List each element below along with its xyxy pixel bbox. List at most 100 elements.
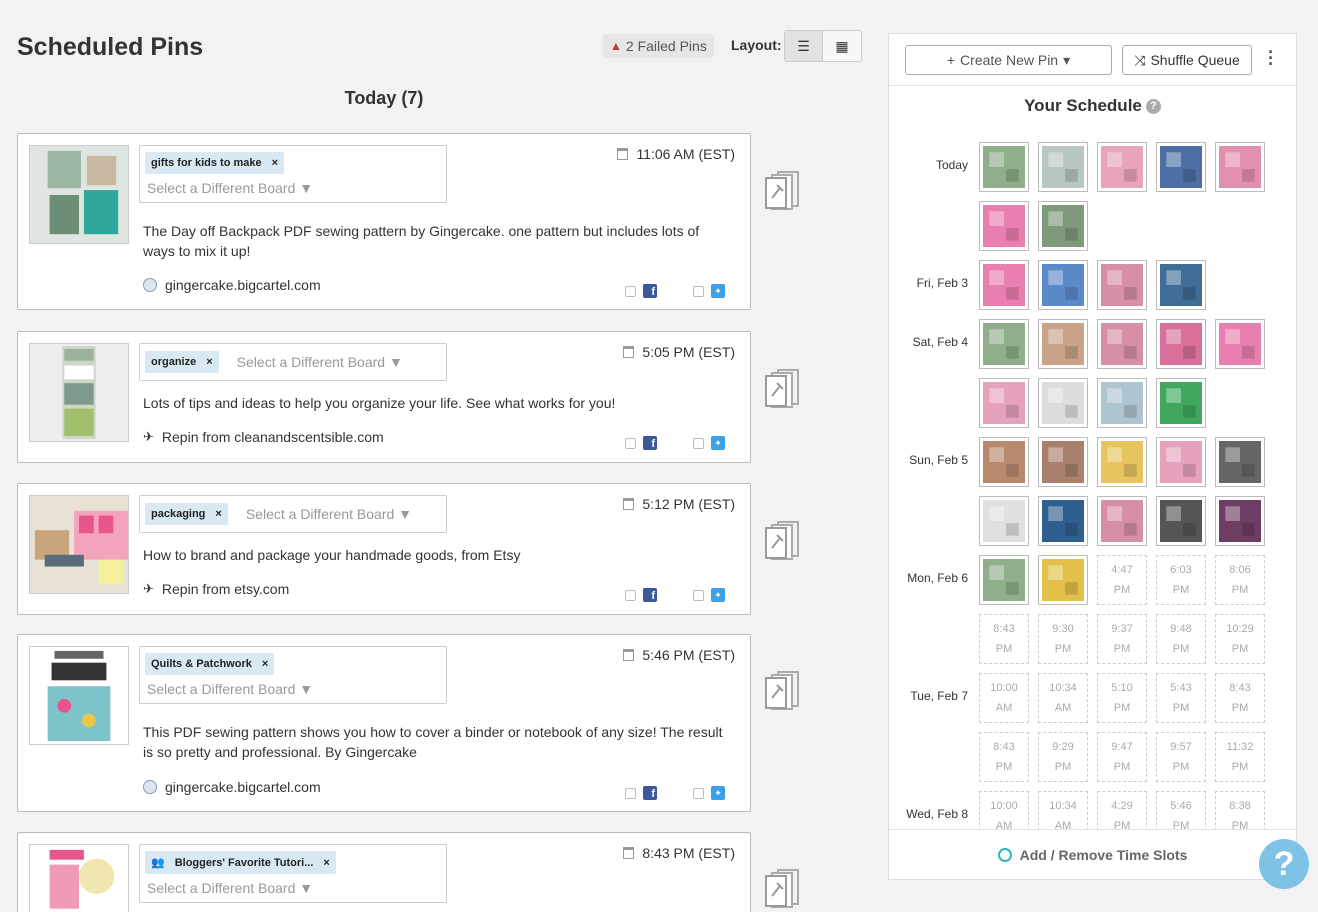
empty-time-slot[interactable]: 8:38 PM bbox=[1215, 791, 1265, 830]
scheduled-pin-thumbnail[interactable] bbox=[1156, 437, 1206, 487]
scheduled-pin-thumbnail[interactable] bbox=[1097, 437, 1147, 487]
scheduled-pin-thumbnail[interactable] bbox=[979, 378, 1029, 428]
shuffle-queue-button[interactable]: ⤨ Shuffle Queue bbox=[1122, 45, 1252, 75]
scheduled-pin-thumbnail[interactable] bbox=[1097, 378, 1147, 428]
empty-time-slot[interactable]: 6:03 PM bbox=[1156, 555, 1206, 605]
pin-time[interactable]: 5:12 PM (EST) bbox=[623, 496, 735, 512]
board-select-dropdown[interactable]: Select a Different Board ▼ bbox=[145, 681, 441, 697]
twitter-checkbox[interactable] bbox=[693, 589, 704, 601]
scheduled-pin-thumbnail[interactable] bbox=[1038, 555, 1088, 605]
board-selector[interactable]: packaging × Select a Different Board ▼ bbox=[139, 495, 447, 533]
scheduled-pin-thumbnail[interactable] bbox=[1097, 142, 1147, 192]
scheduled-pin-thumbnail[interactable] bbox=[1156, 319, 1206, 369]
scheduled-pin-thumbnail[interactable] bbox=[979, 260, 1029, 310]
failed-pins-badge[interactable]: ▲ 2 Failed Pins bbox=[603, 34, 714, 58]
empty-time-slot[interactable]: 9:48 PM bbox=[1156, 614, 1206, 664]
empty-time-slot[interactable]: 5:10 PM bbox=[1097, 673, 1147, 723]
help-icon[interactable]: ? bbox=[1145, 99, 1161, 115]
twitter-checkbox[interactable] bbox=[693, 437, 704, 449]
board-selector[interactable]: gifts for kids to make × Select a Differe… bbox=[139, 145, 447, 203]
scheduled-pin-thumbnail[interactable] bbox=[1097, 496, 1147, 546]
empty-time-slot[interactable]: 4:29 PM bbox=[1097, 791, 1147, 830]
scheduled-pin-thumbnail[interactable] bbox=[979, 142, 1029, 192]
scheduled-pin-thumbnail[interactable] bbox=[1156, 260, 1206, 310]
facebook-checkbox[interactable] bbox=[625, 589, 636, 601]
scheduled-pin-thumbnail[interactable] bbox=[1215, 319, 1265, 369]
pin-thumbnail[interactable] bbox=[29, 844, 129, 912]
empty-time-slot[interactable]: 4:47 PM bbox=[1097, 555, 1147, 605]
schedule-grid[interactable]: Today Fri, Feb 3 Sat, Feb 4 Sun, Feb 5 Mon, … bbox=[889, 134, 1296, 830]
pin-time[interactable]: 8:43 PM (EST) bbox=[623, 845, 735, 861]
scheduled-pin-thumbnail[interactable] bbox=[1215, 142, 1265, 192]
empty-time-slot[interactable]: 9:29 PM bbox=[1038, 732, 1088, 782]
empty-time-slot[interactable]: 11:32 PM bbox=[1215, 732, 1265, 782]
empty-time-slot[interactable]: 5:46 PM bbox=[1156, 791, 1206, 830]
more-options-icon[interactable]: · · · bbox=[1267, 43, 1275, 73]
help-button[interactable]: ? bbox=[1259, 839, 1309, 889]
board-select-dropdown[interactable]: Select a Different Board ▼ bbox=[244, 506, 412, 522]
scheduled-pin-thumbnail[interactable] bbox=[1156, 496, 1206, 546]
pin-time[interactable]: 5:05 PM (EST) bbox=[623, 344, 735, 360]
empty-time-slot[interactable]: 10:34 AM bbox=[1038, 673, 1088, 723]
empty-time-slot[interactable]: 8:43 PM bbox=[979, 732, 1029, 782]
facebook-checkbox[interactable] bbox=[625, 437, 636, 449]
create-new-pin-button[interactable]: + Create New Pin ▾ bbox=[905, 45, 1112, 75]
scheduled-pin-thumbnail[interactable] bbox=[1038, 378, 1088, 428]
pin-time[interactable]: 11:06 AM (EST) bbox=[617, 146, 735, 162]
pin-thumbnail[interactable] bbox=[29, 145, 129, 244]
remove-board-icon[interactable]: × bbox=[215, 508, 221, 520]
remove-board-icon[interactable]: × bbox=[323, 857, 329, 869]
board-select-dropdown[interactable]: Select a Different Board ▼ bbox=[235, 354, 403, 370]
queue-pin-icon[interactable] bbox=[764, 520, 800, 560]
scheduled-pin-thumbnail[interactable] bbox=[1038, 201, 1088, 251]
empty-time-slot[interactable]: 8:43 PM bbox=[1215, 673, 1265, 723]
empty-time-slot[interactable]: 8:06 PM bbox=[1215, 555, 1265, 605]
empty-time-slot[interactable]: 10:34 AM bbox=[1038, 791, 1088, 830]
queue-pin-icon[interactable] bbox=[764, 670, 800, 710]
queue-pin-icon[interactable] bbox=[764, 368, 800, 408]
scheduled-pin-thumbnail[interactable] bbox=[1215, 437, 1265, 487]
empty-time-slot[interactable]: 9:57 PM bbox=[1156, 732, 1206, 782]
facebook-checkbox[interactable] bbox=[625, 285, 636, 297]
scheduled-pin-thumbnail[interactable] bbox=[979, 555, 1029, 605]
twitter-checkbox[interactable] bbox=[693, 285, 704, 297]
empty-time-slot[interactable]: 9:30 PM bbox=[1038, 614, 1088, 664]
list-view-button[interactable]: ☰ bbox=[785, 31, 823, 61]
scheduled-pin-thumbnail[interactable] bbox=[1097, 260, 1147, 310]
scheduled-pin-thumbnail[interactable] bbox=[1215, 496, 1265, 546]
pin-description[interactable]: Lots of tips and ideas to help you organ… bbox=[143, 393, 732, 413]
scheduled-pin-thumbnail[interactable] bbox=[979, 319, 1029, 369]
pin-description[interactable]: How to brand and package your handmade g… bbox=[143, 545, 732, 565]
board-select-dropdown[interactable]: Select a Different Board ▼ bbox=[145, 180, 441, 196]
grid-view-button[interactable]: ▦ bbox=[823, 31, 861, 61]
facebook-checkbox[interactable] bbox=[625, 787, 636, 799]
remove-board-icon[interactable]: × bbox=[272, 157, 278, 169]
board-select-dropdown[interactable]: Select a Different Board ▼ bbox=[145, 880, 441, 896]
pin-description[interactable]: The Day off Backpack PDF sewing pattern … bbox=[143, 221, 732, 261]
scheduled-pin-thumbnail[interactable] bbox=[1038, 437, 1088, 487]
remove-board-icon[interactable]: × bbox=[206, 356, 212, 368]
empty-time-slot[interactable]: 9:37 PM bbox=[1097, 614, 1147, 664]
board-selector[interactable]: 👥 Bloggers' Favorite Tutori... × Select a … bbox=[139, 844, 447, 903]
queue-pin-icon[interactable] bbox=[764, 170, 800, 210]
empty-time-slot[interactable]: 10:00 AM bbox=[979, 673, 1029, 723]
empty-time-slot[interactable]: 10:29 PM bbox=[1215, 614, 1265, 664]
pin-time[interactable]: 5:46 PM (EST) bbox=[623, 647, 735, 663]
empty-time-slot[interactable]: 9:47 PM bbox=[1097, 732, 1147, 782]
pin-thumbnail[interactable] bbox=[29, 495, 129, 594]
pin-thumbnail[interactable] bbox=[29, 646, 129, 745]
empty-time-slot[interactable]: 5:43 PM bbox=[1156, 673, 1206, 723]
scheduled-pin-thumbnail[interactable] bbox=[979, 437, 1029, 487]
scheduled-pin-thumbnail[interactable] bbox=[1038, 260, 1088, 310]
scheduled-pin-thumbnail[interactable] bbox=[1156, 378, 1206, 428]
scheduled-pin-thumbnail[interactable] bbox=[1038, 142, 1088, 192]
empty-time-slot[interactable]: 8:43 PM bbox=[979, 614, 1029, 664]
scheduled-pin-thumbnail[interactable] bbox=[1038, 496, 1088, 546]
scheduled-pin-thumbnail[interactable] bbox=[1156, 142, 1206, 192]
scheduled-pin-thumbnail[interactable] bbox=[1038, 319, 1088, 369]
scheduled-pin-thumbnail[interactable] bbox=[979, 201, 1029, 251]
scheduled-pin-thumbnail[interactable] bbox=[1097, 319, 1147, 369]
pin-thumbnail[interactable] bbox=[29, 343, 129, 442]
scheduled-pin-thumbnail[interactable] bbox=[979, 496, 1029, 546]
board-selector[interactable]: Quilts & Patchwork × Select a Different B… bbox=[139, 646, 447, 704]
